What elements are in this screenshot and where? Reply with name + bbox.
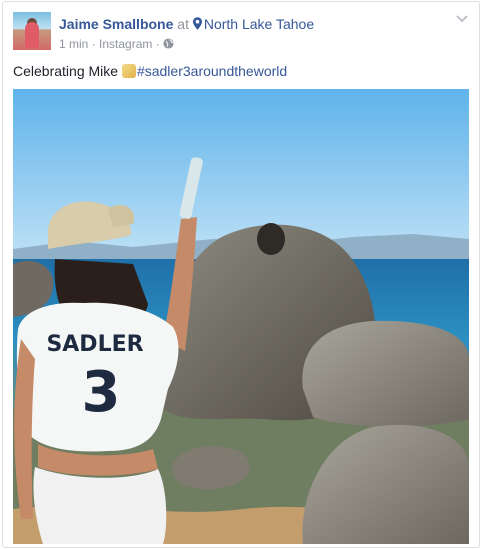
right-boulder <box>302 320 469 427</box>
source-app[interactable]: Instagram <box>99 37 152 51</box>
caption-text: Celebrating Mike <box>13 63 119 79</box>
globe-icon[interactable] <box>163 38 174 49</box>
post-photo[interactable]: SADLER 3 <box>13 89 469 544</box>
post-caption: Celebrating Mike #sadler3aroundtheworld <box>13 63 287 79</box>
jersey-name: SADLER <box>46 332 143 357</box>
hashtag-link[interactable]: #sadler3aroundtheworld <box>137 63 287 79</box>
shorts <box>33 467 167 544</box>
post-meta: 1 min · Instagram · <box>59 37 174 51</box>
meta-separator: · <box>155 37 160 51</box>
boulder-hole <box>257 223 285 255</box>
location-link[interactable]: North Lake Tahoe <box>192 16 315 32</box>
author-avatar[interactable] <box>13 12 51 50</box>
author-name[interactable]: Jaime Smallbone <box>59 16 173 32</box>
post-card: Jaime Smallbone at North Lake Tahoe 1 mi… <box>2 1 480 548</box>
timestamp[interactable]: 1 min <box>59 37 88 51</box>
location-name: North Lake Tahoe <box>203 16 315 32</box>
jersey-number: 3 <box>82 360 121 425</box>
post-header: Jaime Smallbone at North Lake Tahoe <box>59 16 314 32</box>
beer-mugs-emoji <box>121 64 136 78</box>
meta-separator: · <box>91 37 96 51</box>
map-pin-icon <box>192 17 202 30</box>
chevron-down-icon[interactable] <box>455 13 469 25</box>
at-label: at <box>177 16 189 32</box>
